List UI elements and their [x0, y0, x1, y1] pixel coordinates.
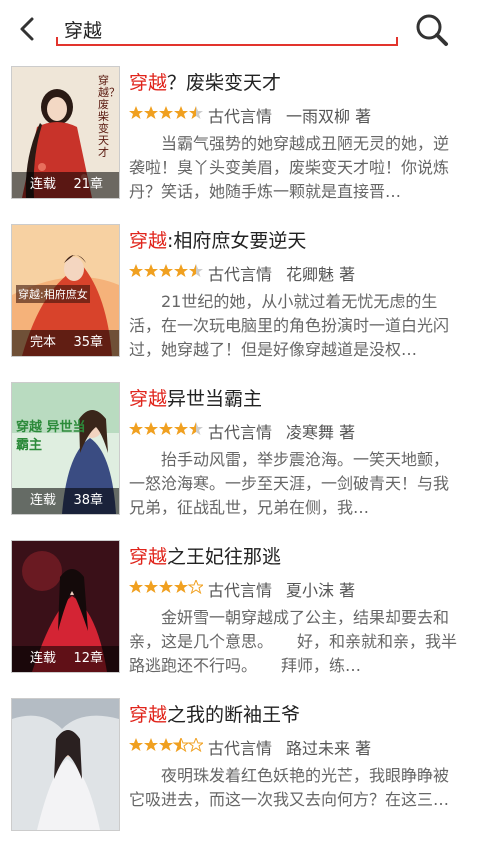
book-title[interactable]: 穿越异世当霸主 [129, 384, 262, 411]
rating-stars-icon [129, 264, 203, 277]
rating-stars-icon [129, 106, 203, 119]
star-rating [129, 264, 203, 282]
list-item[interactable]: 穿越 异世当霸主 连载 38章 穿越异世当霸主 古代言情 凌寒舞 著 抬手动风雷，… [0, 374, 480, 532]
star-rating [129, 736, 205, 756]
title-highlight: 穿越 [129, 72, 168, 94]
search-underline-tick-left [56, 37, 58, 46]
book-description: 抬手动风雷，举步震沧海。一笑天地颤，一怒沧海寒。一步至天涯，一剑破青天！与我兄弟… [129, 450, 450, 517]
search-input[interactable] [64, 16, 384, 42]
search-underline-tick-right [396, 37, 398, 46]
title-highlight: 穿越 [129, 704, 168, 726]
chapter-count: 35章 [73, 335, 103, 350]
book-description: 金妍雪一朝穿越成了公主，结果却要去和亲，这是几个意思。 好，和亲就和亲，我半路逃… [129, 608, 458, 675]
book-title[interactable]: 穿越？废柴变天才 [129, 68, 281, 95]
book-cover[interactable] [11, 698, 120, 831]
book-genre: 古代言情 [208, 739, 273, 758]
back-button[interactable] [12, 12, 44, 46]
book-author: 夏小沫 著 [286, 581, 356, 600]
star-rating [129, 578, 205, 598]
book-title[interactable]: 穿越之我的断袖王爷 [129, 700, 300, 727]
book-genre: 古代言情 [208, 265, 273, 284]
book-meta: 古代言情 路过未来 著 [208, 735, 371, 759]
book-meta: 古代言情 夏小沫 著 [208, 577, 355, 601]
cover-title: 穿越 异世当霸主 [16, 420, 86, 453]
list-item[interactable]: 连载 12章 穿越之王妃往那逃 古代言情 夏小沫 著 金妍雪一朝穿越成了公主，结果… [0, 532, 480, 690]
search-button[interactable] [412, 12, 452, 48]
cover-status-strip: 连载 38章 [12, 488, 119, 514]
title-highlight: 穿越 [129, 546, 168, 568]
title-rest: 异世当霸主 [167, 388, 263, 410]
title-rest: :相府庶女要逆天 [167, 230, 307, 252]
book-title[interactable]: 穿越之王妃往那逃 [129, 542, 281, 569]
book-genre: 古代言情 [208, 423, 273, 442]
chapter-count: 38章 [73, 493, 103, 508]
book-author: 花卿魅 著 [286, 265, 356, 284]
list-item[interactable]: 穿越:相府庶女 完本 35章 穿越:相府庶女要逆天 古代言情 花卿魅 著 21世纪… [0, 216, 480, 374]
book-status: 连载 [30, 651, 57, 666]
cover-status-strip: 连载 12章 [12, 646, 119, 672]
star-rating [129, 422, 203, 440]
book-author: 路过未来 著 [286, 739, 372, 758]
cover-status-strip: 完本 35章 [12, 330, 119, 356]
book-cover[interactable]: 穿越:相府庶女 完本 35章 [11, 224, 120, 357]
book-genre: 古代言情 [208, 581, 273, 600]
chapter-count: 21章 [73, 177, 103, 192]
rating-stars-icon [129, 422, 203, 435]
book-meta: 古代言情 花卿魅 著 [208, 261, 355, 285]
book-author: 一雨双柳 著 [286, 107, 372, 126]
book-cover[interactable]: 穿越？废柴变天才 连载 21章 [11, 66, 120, 199]
book-description: 当霸气强势的她穿越成丑陋无灵的她，逆袭啦！臭丫头变美眉，废柴变天才啦！你说炼丹？… [129, 134, 450, 201]
book-cover[interactable]: 穿越 异世当霸主 连载 38章 [11, 382, 120, 515]
cover-status-strip: 连载 21章 [12, 172, 119, 198]
title-rest: 之我的断袖王爷 [167, 704, 301, 726]
cover-title: 穿越:相府庶女 [16, 285, 90, 303]
book-description: 夜明珠发着红色妖艳的光芒，我眼睁睁被它吸进去，而这一次我又去向何方？在这三… [129, 766, 450, 809]
title-highlight: 穿越 [129, 230, 168, 252]
rating-stars-icon [129, 736, 205, 753]
book-meta: 古代言情 一雨双柳 著 [208, 103, 371, 127]
chapter-count: 12章 [73, 651, 103, 666]
book-cover[interactable]: 连载 12章 [11, 540, 120, 673]
book-status: 连载 [30, 493, 57, 508]
title-highlight: 穿越 [129, 388, 168, 410]
book-status: 完本 [30, 335, 57, 350]
book-status: 连载 [30, 177, 57, 192]
list-item[interactable]: 穿越？废柴变天才 连载 21章 穿越？废柴变天才 古代言情 一雨双柳 著 当霸气强… [0, 58, 480, 216]
book-genre: 古代言情 [208, 107, 273, 126]
title-rest: 之王妃往那逃 [167, 546, 282, 568]
search-box [56, 10, 398, 48]
book-title[interactable]: 穿越:相府庶女要逆天 [129, 226, 306, 253]
cover-title: 穿越？废柴变天才 [98, 74, 120, 159]
top-bar [0, 0, 480, 58]
cover-illustration [12, 699, 119, 830]
star-rating [129, 106, 203, 124]
list-item[interactable]: 穿越之我的断袖王爷 古代言情 路过未来 著 夜明珠发着红色妖艳的光芒，我眼睁睁被它… [0, 690, 480, 848]
title-rest: ？废柴变天才 [167, 72, 282, 94]
book-description: 21世纪的她，从小就过着无忧无虑的生活，在一次玩电脑里的角色扮演时一道白光闪过，… [129, 292, 450, 359]
book-list: 穿越？废柴变天才 连载 21章 穿越？废柴变天才 古代言情 一雨双柳 著 当霸气强… [0, 58, 480, 848]
book-author: 凌寒舞 著 [286, 423, 356, 442]
book-meta: 古代言情 凌寒舞 著 [208, 419, 355, 443]
search-icon [416, 14, 448, 46]
chevron-left-icon [20, 17, 34, 41]
rating-stars-icon [129, 578, 205, 595]
search-underline [56, 44, 398, 46]
